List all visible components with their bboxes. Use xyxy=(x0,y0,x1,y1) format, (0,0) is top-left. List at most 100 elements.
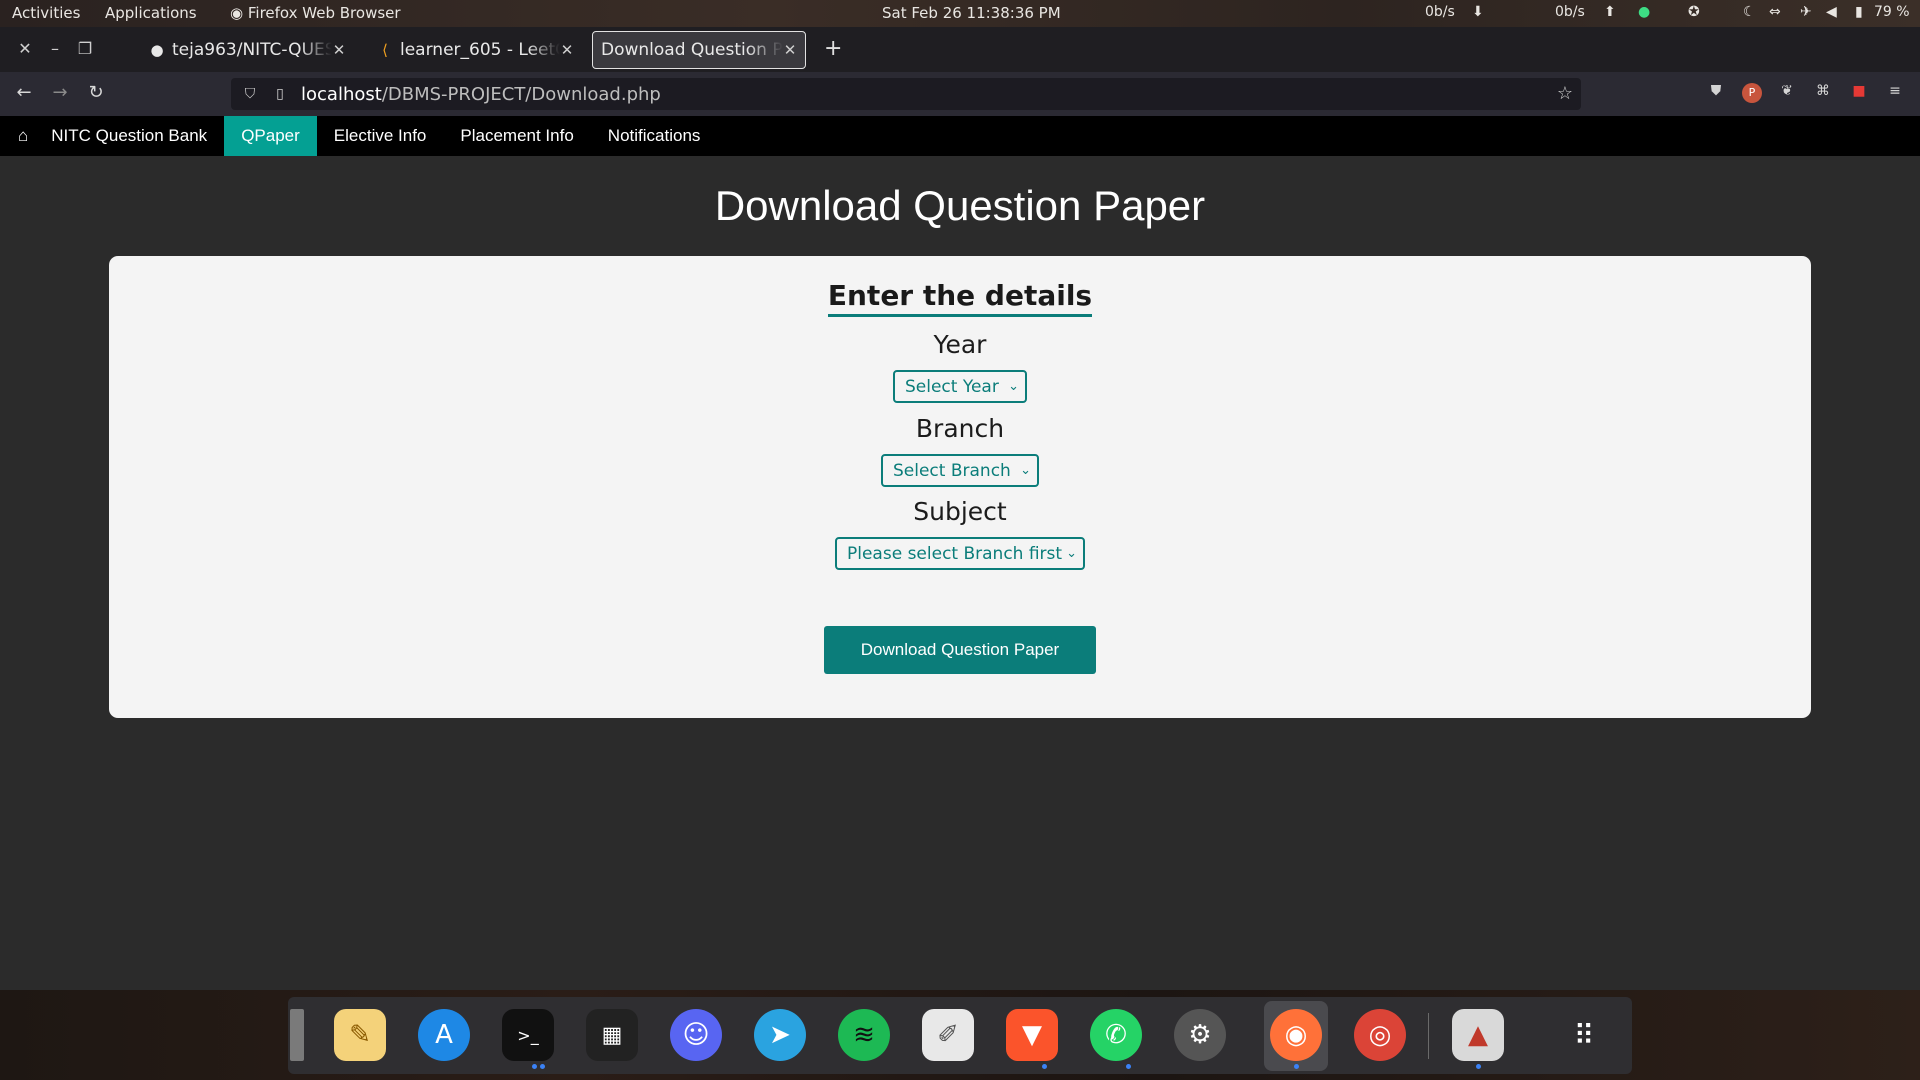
firefox-icon[interactable]: ◉ xyxy=(1270,1009,1322,1061)
branch-label: Branch xyxy=(915,414,1005,443)
new-tab-plus-icon[interactable]: + xyxy=(824,36,842,61)
volume-icon[interactable]: ◀ xyxy=(1826,4,1837,20)
running-indicator xyxy=(1476,1064,1481,1069)
nav-notifications[interactable]: Notifications xyxy=(591,116,718,156)
tab-download-question-paper[interactable]: Download Question Paper ✕ xyxy=(592,31,806,69)
telegram-icon[interactable]: ➤ xyxy=(754,1009,806,1061)
download-question-paper-button[interactable]: Download Question Paper xyxy=(824,626,1096,674)
profile-extension-icon[interactable]: P xyxy=(1742,83,1762,103)
site-navbar: ⌂ NITC Question Bank QPaper Elective Inf… xyxy=(0,116,1920,156)
url-bar[interactable]: ⛉ ▯ localhost/DBMS-PROJECT/Download.php … xyxy=(231,78,1581,110)
restore-window-icon[interactable]: ❐ xyxy=(74,39,96,58)
running-indicator xyxy=(1294,1064,1299,1069)
pocket-icon[interactable]: ⛊ xyxy=(1706,83,1726,103)
calculator-icon[interactable]: ▦ xyxy=(586,1009,638,1061)
network-icon[interactable]: ⇔ xyxy=(1769,4,1781,20)
notes-icon[interactable]: ✐ xyxy=(922,1009,974,1061)
accessibility-icon[interactable]: ✪ xyxy=(1688,4,1700,20)
discord-icon[interactable]: ☺ xyxy=(670,1009,722,1061)
page-title: Download Question Paper xyxy=(714,182,1206,229)
forward-arrow-icon[interactable]: → xyxy=(48,82,72,103)
tab-github[interactable]: ● teja963/NITC-QUESTION-BANK ✕ xyxy=(140,31,354,69)
firefox-small-icon: ◉ xyxy=(230,4,244,22)
archive-manager-icon[interactable]: ▲ xyxy=(1452,1009,1504,1061)
nav-toolbar: ← → ↻ ⛉ ▯ localhost/DBMS-PROJECT/Downloa… xyxy=(0,72,1920,116)
year-select[interactable]: Select Year ⌄ xyxy=(893,370,1027,403)
files-icon[interactable] xyxy=(290,1009,304,1061)
leetcode-icon: ⟨ xyxy=(382,41,388,59)
spotify-icon[interactable]: ≋ xyxy=(838,1009,890,1061)
github-icon: ● xyxy=(150,41,164,59)
year-label: Year xyxy=(933,330,987,359)
firefox-app-indicator[interactable]: ◉ Firefox Web Browser xyxy=(230,4,401,22)
net-down-rate: 0b/s xyxy=(1425,4,1455,20)
hamburger-menu-icon[interactable]: ≡ xyxy=(1885,83,1905,103)
branch-select-value: Select Branch xyxy=(893,460,1011,481)
dock-separator xyxy=(1428,1013,1429,1059)
nav-qpaper[interactable]: QPaper xyxy=(224,116,317,156)
url-path: /DBMS-PROJECT/Download.php xyxy=(381,83,661,105)
dock: ✎ A >_ ▦ ☺ ➤ ≋ ✐ ▼ ✆ ⚙ ◉ ◎ ▲ ⠿ xyxy=(288,997,1632,1074)
chevron-down-icon: ⌄ xyxy=(1008,379,1019,394)
home-icon[interactable]: ⌂ xyxy=(0,116,34,156)
clock[interactable]: Sat Feb 26 11:38:36 PM xyxy=(882,4,1061,22)
tab-close-icon[interactable]: ✕ xyxy=(332,41,346,59)
activities-button[interactable]: Activities xyxy=(12,4,80,22)
tab-leetcode[interactable]: ⟨ learner_605 - LeetCode Profile ✕ xyxy=(368,31,582,69)
subject-select-value: Please select Branch first xyxy=(847,543,1063,564)
download-arrow-icon: ⬇ xyxy=(1472,4,1484,20)
settings-icon[interactable]: ⚙ xyxy=(1174,1009,1226,1061)
minimize-window-icon[interactable]: – xyxy=(44,39,66,58)
running-indicator xyxy=(1126,1064,1131,1069)
shield-icon[interactable]: ⛉ xyxy=(239,86,261,102)
back-arrow-icon[interactable]: ← xyxy=(12,82,36,103)
tab-label: Download Question Paper xyxy=(601,40,783,60)
nav-elective-info[interactable]: Elective Info xyxy=(317,116,444,156)
whatsapp-tray-icon[interactable]: ● xyxy=(1638,4,1650,20)
year-select-value: Select Year xyxy=(905,376,999,397)
app-name-label: Firefox Web Browser xyxy=(247,4,401,22)
form-card: Enter the details Year Select Year ⌄ Bra… xyxy=(109,256,1811,718)
battery-level: 79 % xyxy=(1874,4,1910,20)
branch-select[interactable]: Select Branch ⌄ xyxy=(881,454,1039,487)
close-window-icon[interactable]: ✕ xyxy=(14,39,36,58)
running-indicator xyxy=(540,1064,545,1069)
whatsapp-icon[interactable]: ✆ xyxy=(1090,1009,1142,1061)
chevron-down-icon: ⌄ xyxy=(1020,463,1031,478)
chevron-down-icon: ⌄ xyxy=(1066,546,1077,561)
chrome-icon[interactable]: ◎ xyxy=(1354,1009,1406,1061)
nav-placement-info[interactable]: Placement Info xyxy=(443,116,590,156)
url-host: localhost xyxy=(301,83,382,105)
system-top-bar: Activities Applications ◉ Firefox Web Br… xyxy=(0,0,1920,27)
battery-icon[interactable]: ▮ xyxy=(1855,4,1863,20)
tab-label: teja963/NITC-QUESTION-BANK xyxy=(172,40,332,60)
text-editor-icon[interactable]: ✎ xyxy=(334,1009,386,1061)
translate-extension-icon[interactable]: ⌘ xyxy=(1813,83,1833,103)
subject-select[interactable]: Please select Branch first ⌄ xyxy=(835,537,1085,570)
night-light-icon[interactable]: ☾ xyxy=(1743,4,1756,20)
subject-label: Subject xyxy=(913,497,1007,526)
reload-icon[interactable]: ↻ xyxy=(84,82,108,103)
airplane-icon[interactable]: ✈ xyxy=(1800,4,1812,20)
tab-label: learner_605 - LeetCode Profile xyxy=(400,40,560,60)
url-text[interactable]: localhost/DBMS-PROJECT/Download.php xyxy=(301,84,661,105)
net-up-rate: 0b/s xyxy=(1555,4,1585,20)
nav-brand[interactable]: NITC Question Bank xyxy=(34,116,224,156)
brave-icon[interactable]: ▼ xyxy=(1006,1009,1058,1061)
tab-close-icon[interactable]: ✕ xyxy=(783,41,797,59)
lock-extension-icon[interactable]: ■ xyxy=(1849,83,1869,103)
extension-icon[interactable]: ❦ xyxy=(1777,83,1797,103)
running-indicator xyxy=(1042,1064,1047,1069)
app-store-icon[interactable]: A xyxy=(418,1009,470,1061)
tab-bar: ✕ – ❐ ● teja963/NITC-QUESTION-BANK ✕ ⟨ l… xyxy=(0,27,1920,72)
running-indicator xyxy=(532,1064,537,1069)
tab-close-icon[interactable]: ✕ xyxy=(560,41,574,59)
form-heading-wrap: Enter the details xyxy=(109,278,1811,317)
bookmark-star-icon[interactable]: ☆ xyxy=(1557,83,1573,104)
upload-arrow-icon: ⬆ xyxy=(1604,4,1616,20)
applications-menu[interactable]: Applications xyxy=(105,4,197,22)
form-heading: Enter the details xyxy=(827,278,1093,317)
show-apps-icon[interactable]: ⠿ xyxy=(1558,1009,1610,1061)
page-info-icon[interactable]: ▯ xyxy=(269,86,291,102)
terminal-icon[interactable]: >_ xyxy=(502,1009,554,1061)
